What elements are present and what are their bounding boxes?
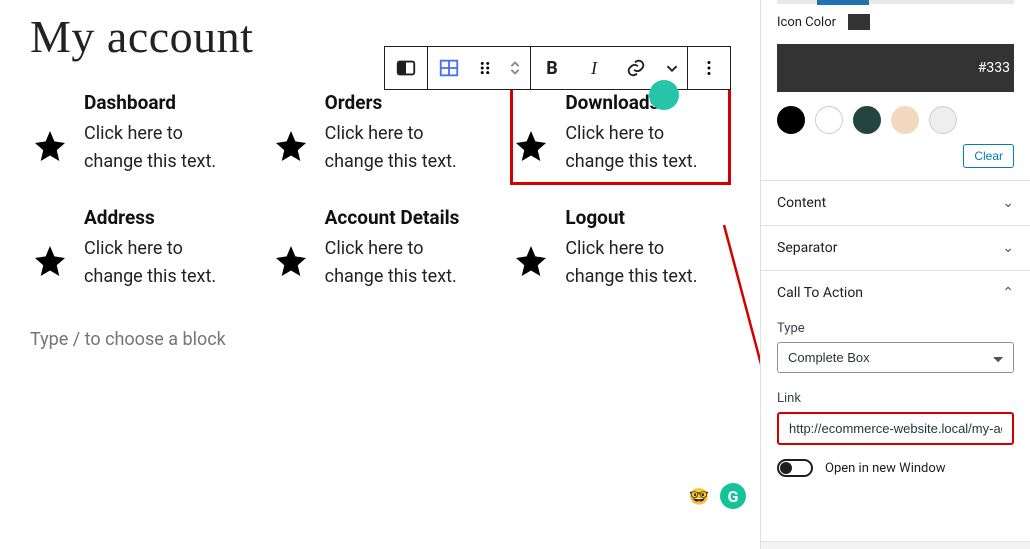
floating-extensions: 🤓 G <box>686 483 746 509</box>
sidebar-footer <box>761 541 1030 549</box>
color-swatches <box>761 100 1030 138</box>
link-button[interactable] <box>615 47 657 89</box>
box-desc[interactable]: Click here to change this text. <box>325 235 484 291</box>
box-title: Address <box>84 206 243 229</box>
hex-value: #333 <box>978 60 1010 76</box>
star-icon <box>32 128 68 164</box>
info-box-account-details[interactable]: Account Details Click here to change thi… <box>271 202 490 299</box>
info-box-grid: Dashboard Click here to change this text… <box>30 87 730 299</box>
cta-type-select[interactable]: Complete Box <box>777 342 1014 373</box>
star-icon <box>513 243 549 279</box>
chevron-down-icon <box>661 57 683 79</box>
block-type-button[interactable] <box>385 47 427 89</box>
table-icon <box>438 57 460 79</box>
swatch-grey[interactable] <box>929 106 957 134</box>
italic-button[interactable]: I <box>573 47 615 89</box>
box-desc[interactable]: Click here to change this text. <box>84 235 243 291</box>
icon-color-label: Icon Color <box>777 15 836 30</box>
info-box-address[interactable]: Address Click here to change this text. <box>30 202 249 299</box>
select-parent-button[interactable] <box>428 47 470 89</box>
swatch-white[interactable] <box>815 106 843 134</box>
section-separator[interactable]: Separator ⌄ <box>761 225 1030 270</box>
color-hex-display[interactable]: #333 <box>777 44 1014 92</box>
star-icon <box>513 128 549 164</box>
drag-icon <box>474 57 496 79</box>
section-label: Call To Action <box>777 285 863 301</box>
box-desc[interactable]: Click here to change this text. <box>565 120 724 176</box>
section-cta[interactable]: Call To Action ⌃ <box>761 270 1030 315</box>
emoji-extension-icon[interactable]: 🤓 <box>686 483 712 509</box>
link-icon <box>625 57 647 79</box>
info-box-orders[interactable]: Orders Click here to change this text. <box>271 87 490 184</box>
box-desc[interactable]: Click here to change this text. <box>565 235 724 291</box>
box-desc[interactable]: Click here to change this text. <box>325 120 484 176</box>
info-box-dashboard[interactable]: Dashboard Click here to change this text… <box>30 87 249 184</box>
assist-bubble[interactable] <box>649 80 679 110</box>
cta-link-input[interactable] <box>777 412 1014 445</box>
box-title: Account Details <box>325 206 484 229</box>
section-label: Separator <box>777 240 837 256</box>
grammarly-icon[interactable]: G <box>720 483 746 509</box>
chevrons-icon <box>504 57 526 79</box>
block-toolbar: B I <box>384 46 731 90</box>
info-box-downloads[interactable]: Downloads Click here to change this text… <box>511 87 730 184</box>
star-icon <box>273 128 309 164</box>
block-appender[interactable]: Type / to choose a block <box>30 329 730 350</box>
swatch-black[interactable] <box>777 106 805 134</box>
chevron-down-icon: ⌄ <box>1002 195 1014 211</box>
columns-icon <box>395 57 417 79</box>
cta-type-label: Type <box>777 321 1014 336</box>
star-icon <box>273 243 309 279</box>
more-options-button[interactable] <box>688 47 730 89</box>
move-updown[interactable] <box>500 47 530 89</box>
box-title: Orders <box>325 91 484 114</box>
swatch-teal[interactable] <box>853 106 881 134</box>
drag-handle[interactable] <box>470 47 500 89</box>
kebab-icon <box>698 57 720 79</box>
chevron-down-icon: ⌄ <box>1002 240 1014 256</box>
section-content[interactable]: Content ⌄ <box>761 180 1030 225</box>
open-new-window-toggle[interactable] <box>777 459 813 477</box>
box-title: Downloads <box>565 91 724 114</box>
star-icon <box>32 243 68 279</box>
cta-link-label: Link <box>777 391 1014 406</box>
clear-color-button[interactable]: Clear <box>963 144 1014 168</box>
swatch-peach[interactable] <box>891 106 919 134</box>
icon-color-swatch[interactable] <box>848 14 870 30</box>
box-desc[interactable]: Click here to change this text. <box>84 120 243 176</box>
box-title: Logout <box>565 206 724 229</box>
box-title: Dashboard <box>84 91 243 114</box>
chevron-up-icon: ⌃ <box>1002 285 1014 301</box>
open-new-window-label: Open in new Window <box>825 461 946 476</box>
info-box-logout[interactable]: Logout Click here to change this text. <box>511 202 730 299</box>
settings-sidebar: Icon Color #333 Clear Content ⌄ Separato… <box>760 0 1030 549</box>
bold-button[interactable]: B <box>531 47 573 89</box>
section-label: Content <box>777 195 826 211</box>
